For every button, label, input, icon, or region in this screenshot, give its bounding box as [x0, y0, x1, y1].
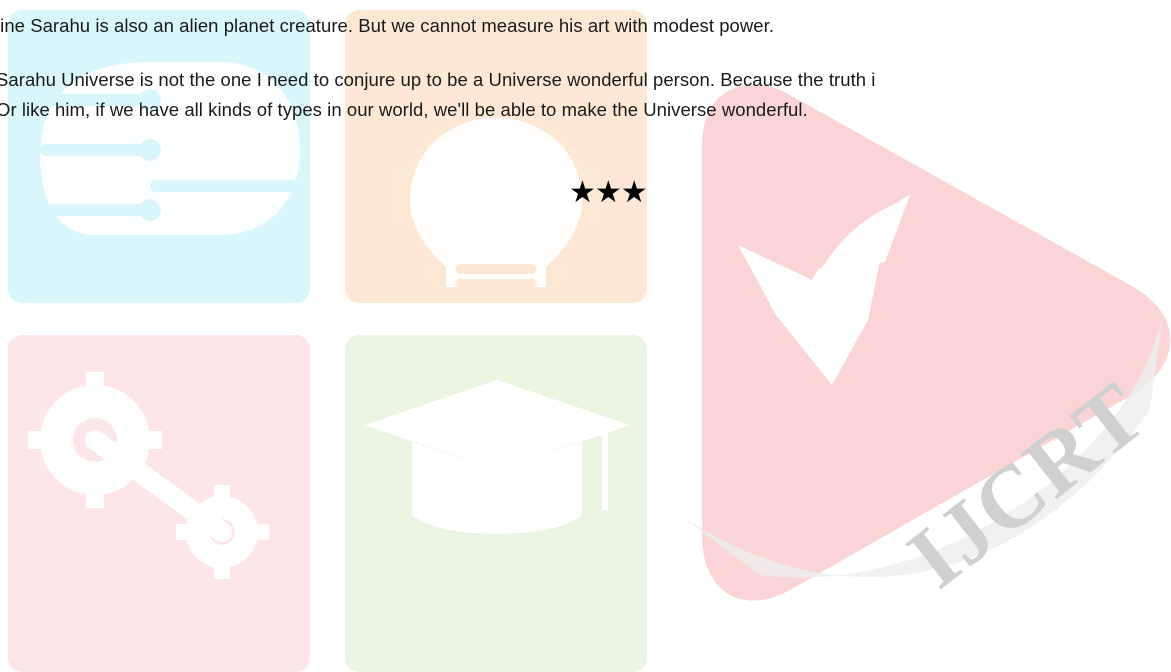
paragraph-line: Or like him, if we have all kinds of typ…	[0, 99, 808, 120]
paragraph-line: line Sarahu is also an alien planet crea…	[0, 15, 775, 36]
document-page: line Sarahu is also an alien planet crea…	[0, 0, 1171, 672]
section-separator: ★★★	[569, 175, 648, 210]
paragraph-line: Sarahu Universe is not the one I need to…	[0, 69, 876, 90]
